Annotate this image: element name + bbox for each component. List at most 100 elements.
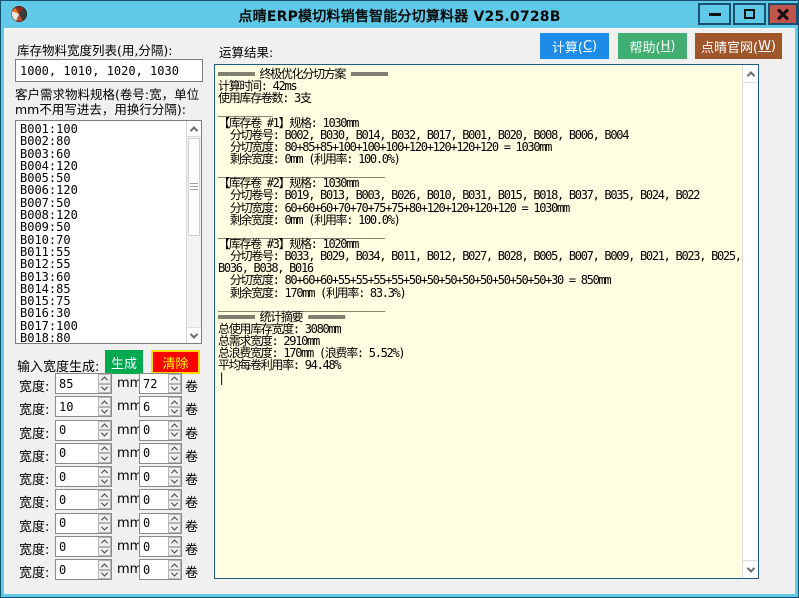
list-item[interactable]: B018:80 [20, 332, 186, 344]
help-button[interactable]: 帮助(H) [618, 33, 687, 59]
spin-down-button[interactable] [168, 570, 181, 580]
calculate-button[interactable]: 计算(C) [540, 33, 609, 59]
minimize-button[interactable] [698, 3, 731, 25]
spin-up-button[interactable] [168, 374, 181, 384]
output-scrollbar[interactable] [742, 65, 758, 578]
spin-up-button[interactable] [168, 560, 181, 570]
width-mm-input[interactable] [56, 444, 100, 463]
roll-count-spinner [139, 466, 182, 487]
spinner-buttons [168, 374, 181, 393]
spin-up-button[interactable] [98, 560, 111, 570]
stock-width-input[interactable] [15, 59, 203, 82]
spin-down-button[interactable] [98, 547, 111, 557]
scroll-up-button[interactable] [187, 121, 201, 137]
unit-roll-label: 卷 [185, 376, 198, 395]
roll-count-input[interactable] [140, 397, 170, 416]
roll-count-input[interactable] [140, 374, 170, 393]
spin-down-button[interactable] [98, 477, 111, 487]
close-button[interactable] [768, 3, 798, 25]
maximize-button[interactable] [733, 3, 766, 25]
width-mm-input[interactable] [56, 467, 100, 486]
spin-up-button[interactable] [168, 397, 181, 407]
spin-down-button[interactable] [168, 430, 181, 440]
spinner-buttons [98, 397, 111, 416]
spin-up-button[interactable] [98, 467, 111, 477]
spinner-buttons [98, 374, 111, 393]
list-item[interactable]: B013:60 [20, 271, 186, 283]
spin-up-button[interactable] [168, 444, 181, 454]
scroll-up-button[interactable] [743, 65, 758, 83]
width-mm-input[interactable] [56, 514, 100, 533]
spin-down-button[interactable] [98, 407, 111, 417]
spin-down-button[interactable] [168, 453, 181, 463]
width-label: 宽度: [19, 516, 49, 535]
result-output[interactable]: ══════ 终极优化分切方案 ══════计算时间: 42ms使用库存卷数: … [214, 64, 759, 579]
roll-count-input[interactable] [140, 560, 170, 579]
width-mm-spinner [55, 443, 112, 464]
spin-down-button[interactable] [98, 453, 111, 463]
generate-button[interactable]: 生成 [105, 350, 143, 374]
grip-icon [190, 183, 198, 191]
spin-down-button[interactable] [98, 523, 111, 533]
spin-down-button[interactable] [168, 407, 181, 417]
spin-up-button[interactable] [168, 490, 181, 500]
maximize-icon [744, 9, 755, 19]
spin-up-button[interactable] [168, 514, 181, 524]
spin-down-button[interactable] [168, 384, 181, 394]
result-line: 分切宽度: 80+60+60+55+55+55+55+50+50+50+50+5… [218, 274, 741, 286]
spin-down-button[interactable] [168, 523, 181, 533]
clear-button[interactable]: 清除 [151, 350, 200, 374]
list-item[interactable]: B002:80 [20, 135, 186, 147]
chevron-down-icon [171, 546, 178, 553]
scroll-down-button[interactable] [187, 327, 201, 343]
result-line: | [218, 372, 741, 384]
width-mm-input[interactable] [56, 560, 100, 579]
list-item[interactable]: B009:50 [20, 221, 186, 233]
spin-up-button[interactable] [168, 467, 181, 477]
list-item[interactable]: B016:30 [20, 307, 186, 319]
stock-width-label: 库存物料宽度列表(用,分隔): [17, 40, 172, 59]
width-mm-input[interactable] [56, 374, 100, 393]
label-part: 计算( [552, 37, 583, 56]
roll-count-input[interactable] [140, 490, 170, 509]
spin-down-button[interactable] [168, 547, 181, 557]
result-line: _________ [218, 104, 741, 116]
width-label: 宽度: [19, 446, 49, 465]
spin-down-button[interactable] [98, 384, 111, 394]
scrollbar-thumb[interactable] [188, 138, 200, 236]
roll-count-input[interactable] [140, 514, 170, 533]
spin-up-button[interactable] [98, 514, 111, 524]
official-site-button[interactable]: 点晴官网(W) [695, 33, 782, 59]
scroll-down-button[interactable] [743, 560, 758, 578]
roll-count-input[interactable] [140, 467, 170, 486]
chevron-down-icon [101, 383, 108, 390]
width-mm-input[interactable] [56, 537, 100, 556]
chevron-down-icon [101, 500, 108, 507]
width-mm-input[interactable] [56, 421, 100, 440]
roll-count-input[interactable] [140, 444, 170, 463]
spin-up-button[interactable] [98, 490, 111, 500]
spin-down-button[interactable] [168, 500, 181, 510]
width-mm-spinner [55, 466, 112, 487]
listbox-scrollbar[interactable] [186, 121, 201, 343]
spin-up-button[interactable] [98, 537, 111, 547]
spin-down-button[interactable] [168, 477, 181, 487]
list-item[interactable]: B012:55 [20, 258, 186, 270]
spin-down-button[interactable] [98, 430, 111, 440]
spin-down-button[interactable] [98, 500, 111, 510]
chevron-down-icon [101, 407, 108, 414]
spin-up-button[interactable] [98, 444, 111, 454]
demand-listbox[interactable]: B001:100B002:80B003:60B004:120B005:50B00… [15, 120, 202, 344]
roll-count-input[interactable] [140, 537, 170, 556]
spin-up-button[interactable] [98, 374, 111, 384]
close-icon [776, 7, 790, 21]
roll-count-input[interactable] [140, 421, 170, 440]
spin-down-button[interactable] [98, 570, 111, 580]
spin-up-button[interactable] [98, 397, 111, 407]
width-mm-input[interactable] [56, 397, 100, 416]
width-mm-input[interactable] [56, 490, 100, 509]
list-item[interactable]: B006:120 [20, 184, 186, 196]
unit-roll-label: 卷 [185, 516, 198, 535]
width-row: 宽度: mm [16, 466, 211, 487]
spin-up-button[interactable] [168, 537, 181, 547]
